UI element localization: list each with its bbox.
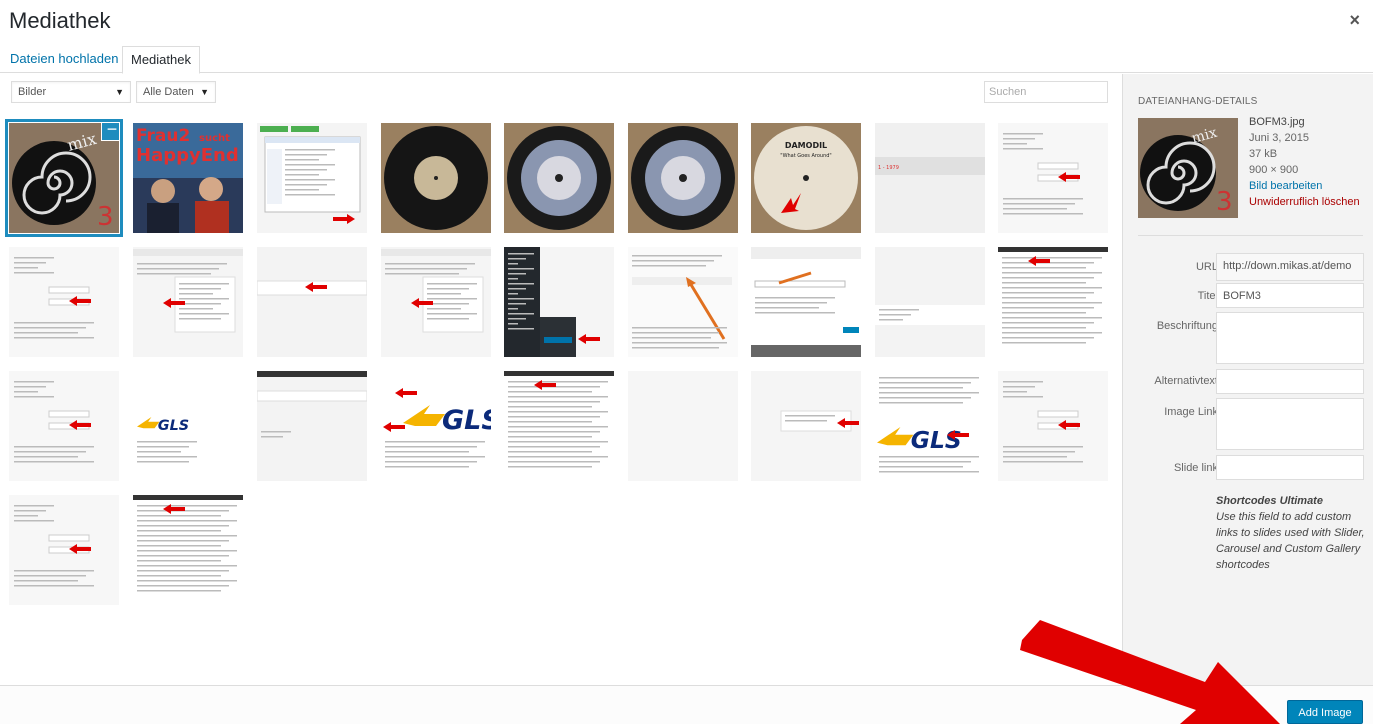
tab-bar: Dateien hochladen Mediathek — [0, 42, 1373, 74]
media-thumbnail[interactable]: GLS — [133, 371, 243, 481]
attachment-date: Juni 3, 2015 — [1249, 132, 1309, 144]
media-thumbnail[interactable] — [504, 123, 614, 233]
chevron-down-icon: ▼ — [200, 87, 209, 97]
deselect-icon[interactable]: − — [101, 123, 119, 141]
date-filter[interactable]: Alle Daten ▼ — [136, 81, 216, 103]
attachment-details-heading: DATEIANHANG-DETAILS — [1138, 96, 1258, 107]
media-thumbnail[interactable] — [751, 247, 861, 357]
svg-text:DAMODIL: DAMODIL — [785, 141, 827, 150]
slide-link-label: Slide link — [1173, 462, 1218, 474]
media-thumbnail[interactable] — [504, 371, 614, 481]
svg-text:sucht: sucht — [199, 133, 230, 144]
svg-text:"What Goes Around": "What Goes Around" — [780, 153, 831, 159]
media-thumbnail[interactable] — [998, 123, 1108, 233]
svg-text:HappyEnd: HappyEnd — [136, 145, 239, 166]
attachment-preview: mix 3 — [1138, 118, 1238, 218]
media-thumbnail[interactable] — [628, 371, 738, 481]
attachment-details-panel: DATEIANHANG-DETAILS mix 3 BOFM3.jpg Juni… — [1122, 74, 1373, 685]
svg-text:GLS: GLS — [158, 418, 189, 434]
edit-image-link[interactable]: Bild bearbeiten — [1249, 178, 1360, 194]
svg-text:1 - 1979: 1 - 1979 — [878, 165, 899, 171]
media-thumbnail[interactable] — [9, 371, 119, 481]
caption-field[interactable] — [1216, 312, 1364, 364]
media-thumbnail[interactable]: 1 - 1979 — [875, 123, 985, 233]
annotation-arrow-icon — [1020, 620, 1280, 724]
title-field[interactable]: BOFM3 — [1216, 283, 1364, 308]
media-thumbnail[interactable] — [257, 123, 367, 233]
divider — [1138, 235, 1363, 236]
add-image-button[interactable]: Add Image — [1287, 700, 1363, 724]
caption-label: Beschriftung — [1156, 320, 1218, 332]
media-thumbnail[interactable] — [628, 247, 738, 357]
image-link-label: Image Link — [1164, 406, 1218, 418]
media-type-filter[interactable]: Bilder ▼ — [11, 81, 131, 103]
media-thumbnail[interactable] — [257, 371, 367, 481]
url-field[interactable]: http://down.mikas.at/demo — [1216, 253, 1364, 281]
media-thumbnail[interactable]: DAMODIL "What Goes Around" — [751, 123, 861, 233]
title-label: Titel — [1197, 290, 1218, 302]
media-thumbnail[interactable] — [9, 247, 119, 357]
svg-text:GLS: GLS — [911, 426, 962, 454]
alt-text-field[interactable] — [1216, 369, 1364, 394]
media-thumbnail[interactable] — [257, 247, 367, 357]
media-thumbnail[interactable] — [9, 495, 119, 605]
tab-media-library[interactable]: Mediathek — [122, 46, 200, 74]
media-thumbnail[interactable] — [751, 371, 861, 481]
svg-text:GLS: GLS — [442, 405, 491, 436]
attachment-meta: BOFM3.jpg Juni 3, 2015 37 kB 900 × 900 B… — [1249, 114, 1360, 210]
media-thumbnail[interactable] — [381, 123, 491, 233]
date-filter-value: Alle Daten — [143, 86, 194, 98]
media-thumbnail[interactable] — [504, 247, 614, 357]
shortcodes-note: Shortcodes Ultimate Use this field to ad… — [1216, 493, 1371, 573]
url-label: URL — [1195, 261, 1218, 273]
search-input[interactable] — [984, 81, 1108, 103]
chevron-down-icon: ▼ — [115, 87, 124, 97]
image-link-field[interactable] — [1216, 398, 1364, 450]
media-thumbnail-selected[interactable]: mix 3− — [9, 123, 119, 233]
media-thumbnail[interactable] — [133, 495, 243, 605]
svg-text:Frau2: Frau2 — [136, 126, 190, 146]
attachment-size: 37 kB — [1249, 148, 1278, 160]
alt-text-label: Alternativtext — [1154, 375, 1218, 387]
media-type-filter-value: Bilder — [18, 86, 47, 98]
media-thumbnail[interactable] — [381, 247, 491, 357]
media-thumbnail[interactable] — [875, 247, 985, 357]
media-thumbnail[interactable]: Frau2 sucht HappyEnd — [133, 123, 243, 233]
media-thumbnail[interactable] — [628, 123, 738, 233]
slide-link-field[interactable] — [1216, 455, 1364, 480]
media-thumbnail[interactable] — [998, 371, 1108, 481]
media-thumbnail[interactable]: GLS — [381, 371, 491, 481]
media-thumbnail[interactable] — [133, 247, 243, 357]
tab-upload-files[interactable]: Dateien hochladen — [2, 46, 126, 73]
shortcodes-note-text: Use this field to add custom links to sl… — [1216, 511, 1365, 571]
svg-text:3: 3 — [1216, 187, 1233, 217]
attachment-filename: BOFM3.jpg — [1249, 116, 1305, 128]
delete-permanently-link[interactable]: Unwiderruflich löschen — [1249, 194, 1360, 210]
media-thumbnail[interactable] — [998, 247, 1108, 357]
close-icon[interactable]: × — [1349, 10, 1360, 31]
attachment-dimensions: 900 × 900 — [1249, 164, 1299, 176]
media-thumbnail[interactable]: GLS — [875, 371, 985, 481]
svg-text:3: 3 — [97, 202, 114, 232]
modal-title: Mediathek — [9, 8, 111, 33]
shortcodes-note-title: Shortcodes Ultimate — [1216, 495, 1323, 507]
